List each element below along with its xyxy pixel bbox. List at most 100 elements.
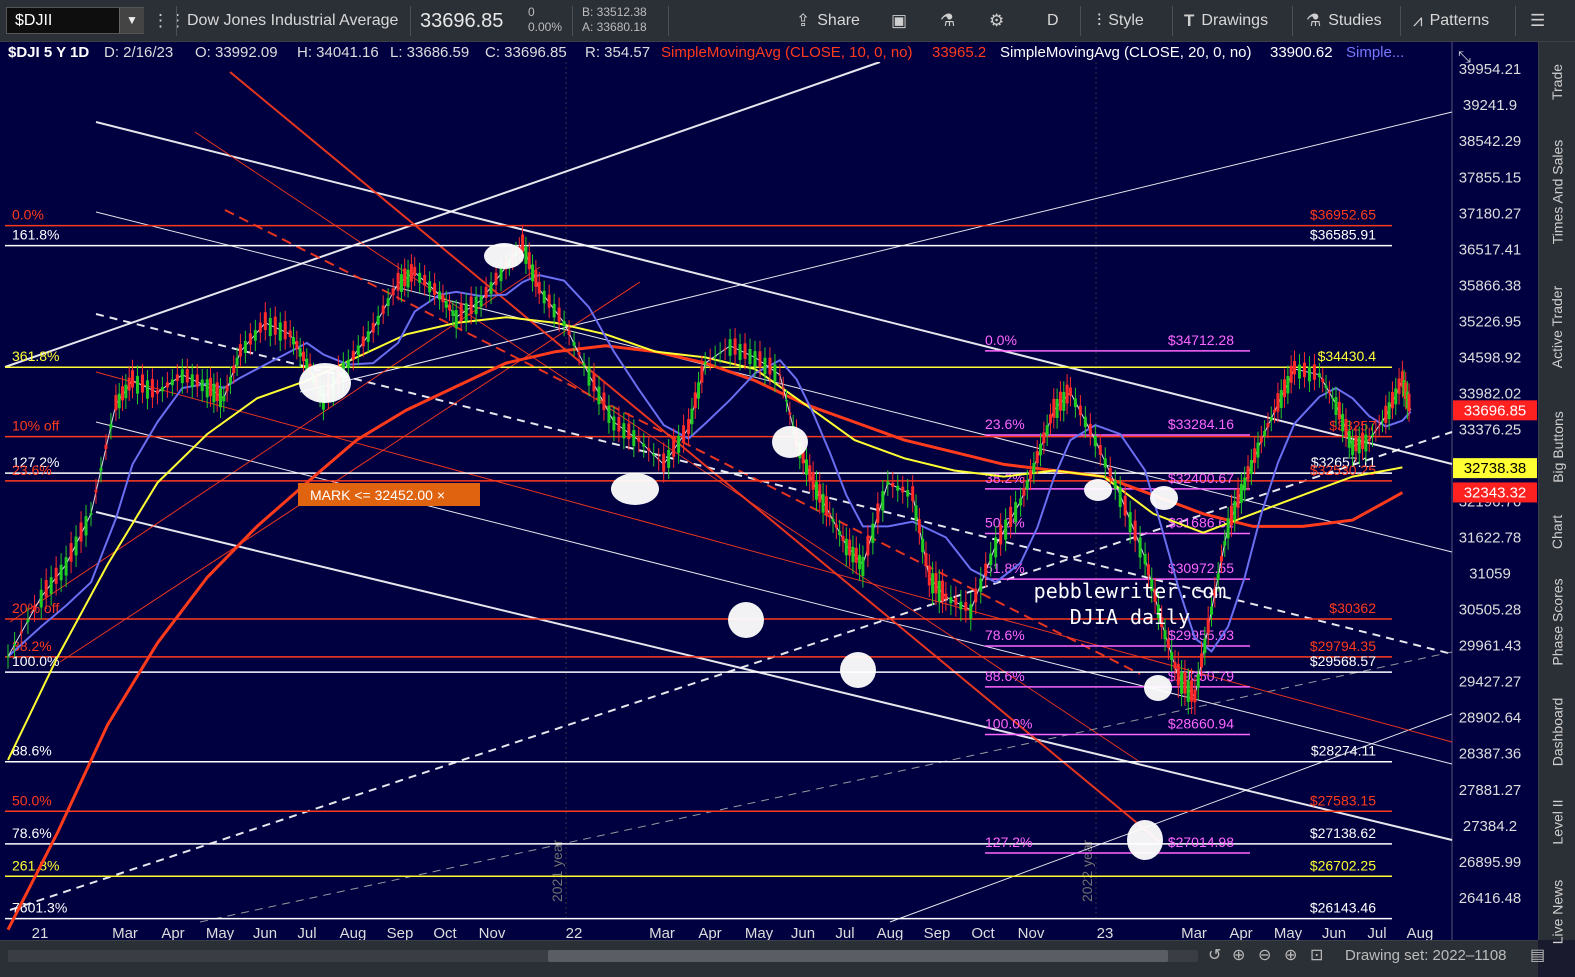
candle-body [74, 536, 78, 556]
candle-body [1307, 366, 1311, 382]
marker-ellipse [299, 363, 351, 403]
zoom-out-icon[interactable]: ⊖ [1258, 945, 1271, 965]
fib-label-right: $27014.98 [1168, 834, 1234, 850]
candle-body [531, 264, 535, 282]
candle-body [911, 486, 915, 502]
sidebar-tab-label: Big Buttons [1549, 411, 1566, 483]
candle-body [657, 459, 661, 461]
candle-body [459, 303, 463, 322]
chevron-down-icon[interactable]: ▼ [119, 8, 144, 33]
candle-body [1193, 689, 1197, 703]
style-button[interactable]: ⫶ Style [1097, 0, 1144, 42]
candle-body [413, 266, 417, 277]
sidebar-tab-live-news[interactable]: Live News [1539, 880, 1575, 945]
candle-body [1108, 467, 1112, 477]
crosshair-icon[interactable]: ⊕ [1232, 945, 1245, 965]
drawing-set-menu-icon[interactable]: ▤ [1530, 945, 1545, 965]
watermark-site: pebblewriter.com [1034, 579, 1227, 603]
watermark-title: DJIA daily [1070, 605, 1190, 629]
quote-icon[interactable]: ▣ [891, 0, 914, 42]
candle-body [292, 337, 296, 345]
candle-body [243, 341, 247, 353]
candle-body [672, 439, 676, 457]
candle-body [1273, 409, 1277, 413]
candle-body [944, 593, 948, 600]
candle-body [1276, 393, 1280, 412]
sidebar-tab-times-and-sales[interactable]: Times And Sales [1539, 122, 1575, 262]
candle-body [84, 516, 88, 536]
back-icon[interactable]: ↺ [1208, 945, 1221, 965]
bid-ask: B: 33512.38 A: 33680.18 [582, 5, 647, 34]
fib-label-left: 23.6% [985, 416, 1025, 432]
candle-body [33, 606, 37, 611]
candle-body [1371, 434, 1375, 437]
candle-body [1206, 618, 1210, 634]
gear-icon[interactable]: ⚙ [989, 0, 1011, 42]
candle-body [838, 531, 842, 536]
candle-body [562, 320, 566, 327]
candle-body [396, 272, 400, 291]
sidebar-tab-level-ii[interactable]: Level II [1539, 787, 1575, 857]
sidebar-tab-big-buttons[interactable]: Big Buttons [1539, 392, 1575, 502]
level-label-right: $26143.46 [1310, 900, 1376, 916]
price-chart[interactable]: 2021 year 2022 year 0.0% $36952.65161.8% $3… [0, 42, 1538, 940]
candle-body [79, 522, 83, 542]
candle-body [733, 338, 737, 355]
flask-icon: ⚗ [1306, 11, 1322, 30]
menu-icon[interactable]: ☰ [1530, 0, 1552, 42]
candle-body [1344, 418, 1348, 437]
candle-body [831, 519, 835, 522]
sidebar-tab-active-trader[interactable]: Active Trader [1539, 272, 1575, 382]
candle-body [906, 490, 910, 497]
sidebar-tab-trade[interactable]: Trade [1539, 52, 1575, 112]
mark-label[interactable]: MARK <= 32452.00 × [298, 483, 480, 506]
studies-button[interactable]: ⚗ Studies [1306, 0, 1382, 42]
candle-body [1025, 480, 1029, 489]
zoom-in-icon[interactable]: ⊕ [1284, 945, 1297, 965]
share-button[interactable]: ⇪ Share [796, 0, 860, 42]
side-panel: Trade Times And Sales Active Trader Big But… [1538, 42, 1575, 945]
candle-body [454, 310, 458, 329]
sidebar-tab-phase-scores[interactable]: Phase Scores [1539, 562, 1575, 682]
level-label-right: $29568.57 [1310, 653, 1376, 669]
candle-body [587, 367, 591, 386]
scrollbar-thumb[interactable] [548, 950, 1168, 962]
candle-body [931, 573, 935, 594]
patterns-button[interactable]: ⩘ Patterns [1413, 0, 1489, 42]
level-label-left: 161.8% [12, 227, 59, 243]
y-tick-label: 28902.64 [1459, 710, 1522, 727]
candle-body [1394, 388, 1398, 405]
style-icon: ⫶ [1097, 11, 1102, 30]
candle-body [637, 437, 641, 442]
candle-body [1078, 405, 1082, 416]
candle-body [876, 503, 880, 523]
candle-body [622, 423, 626, 439]
candle-body [818, 484, 822, 503]
fit-icon[interactable]: ⊡ [1310, 945, 1323, 965]
candle-body [232, 365, 236, 374]
candle-body [1133, 520, 1137, 541]
candle-body [423, 274, 427, 286]
candle-body [785, 400, 789, 402]
drawings-button[interactable]: T Drawings [1184, 0, 1268, 42]
candle-body [39, 589, 43, 608]
sidebar-tab-label: Dashboard [1549, 697, 1566, 767]
candle-body [758, 351, 762, 368]
candle-body [778, 374, 782, 376]
candle-body [499, 268, 503, 282]
candle-body [1009, 506, 1013, 527]
sidebar-tab-dashboard[interactable]: Dashboard [1539, 692, 1575, 772]
x-tick-label: May [206, 925, 235, 940]
x-tick-label: Mar [649, 925, 675, 940]
candle-body [1138, 537, 1142, 558]
level-label-right: $26702.25 [1310, 857, 1376, 873]
candle-body [738, 344, 742, 360]
candle-body [728, 339, 732, 356]
period-button[interactable]: D [1047, 0, 1059, 42]
flask-icon[interactable]: ⚗ [940, 0, 962, 42]
x-tick-label: Apr [698, 925, 721, 940]
separator [176, 6, 177, 36]
candle-body [494, 272, 498, 286]
candle-body [896, 485, 900, 491]
sidebar-tab-chart[interactable]: Chart [1539, 512, 1575, 552]
